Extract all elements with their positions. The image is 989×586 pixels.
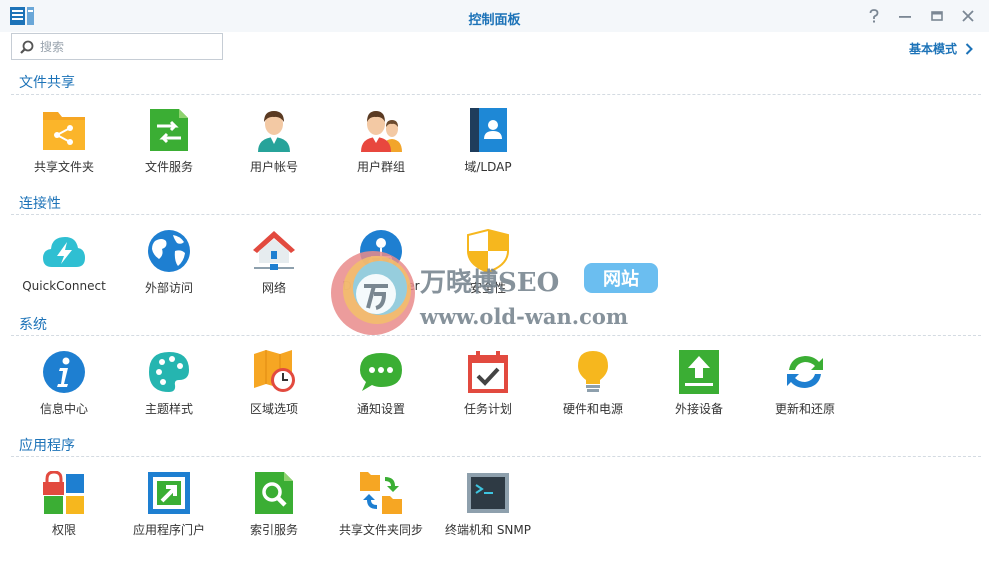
- file-services-icon: [150, 109, 188, 151]
- directory-book-icon: [470, 108, 507, 152]
- refresh-icon: [787, 356, 823, 388]
- tile-label: 主题样式: [144, 402, 193, 416]
- tile-privileges[interactable]: 权限: [12, 471, 116, 549]
- folder-sync-icon: [360, 472, 402, 514]
- portal-shortcut-icon: [148, 472, 190, 514]
- lightbulb-icon: [578, 351, 608, 392]
- search-input[interactable]: [40, 39, 210, 54]
- minimize-button[interactable]: [895, 6, 915, 26]
- section-divider: [11, 335, 981, 336]
- external-device-upload-icon: [679, 350, 719, 394]
- tile-label: 用户群组: [356, 160, 405, 174]
- tile-task-scheduler[interactable]: 任务计划: [436, 350, 540, 428]
- section-title-applications: 应用程序: [19, 438, 75, 454]
- palette-icon: [149, 352, 189, 392]
- tile-user-group[interactable]: 用户群组: [329, 108, 433, 186]
- tile-user-account[interactable]: 用户帐号: [222, 108, 326, 186]
- tile-label: 文件服务: [144, 160, 193, 174]
- tile-network[interactable]: 网络: [222, 229, 326, 307]
- close-icon: [962, 10, 974, 22]
- watermark-url: www.old-wan.com: [420, 304, 629, 329]
- section-title-connectivity: 连接性: [19, 196, 61, 212]
- section-divider: [11, 214, 981, 215]
- tile-theme[interactable]: 主题样式: [117, 350, 221, 428]
- tile-file-services[interactable]: 文件服务: [117, 108, 221, 186]
- tile-shared-folder-sync[interactable]: 共享文件夹同步: [329, 471, 433, 549]
- terminal-icon: [467, 473, 509, 513]
- cloud-lightning-icon: [43, 237, 85, 267]
- minimize-icon: [899, 16, 911, 18]
- tile-label: 任务计划: [463, 402, 512, 416]
- help-button[interactable]: [864, 6, 884, 26]
- privilege-lock-icon: [43, 471, 84, 514]
- tile-label: 共享文件夹同步: [338, 523, 423, 537]
- title-bar: 控制面板: [0, 0, 989, 32]
- tile-regional-options[interactable]: 区域选项: [222, 350, 326, 428]
- maximize-icon: [931, 11, 943, 21]
- section-divider: [11, 456, 981, 457]
- user-icon: [258, 111, 290, 152]
- shared-folder-icon: [43, 112, 85, 150]
- tile-label: 权限: [51, 523, 76, 537]
- tile-terminal-snmp[interactable]: 终端机和 SNMP: [436, 471, 540, 549]
- tile-label: 通知设置: [356, 402, 405, 416]
- tile-label: 外接设备: [674, 402, 723, 416]
- tile-label: 硬件和电源: [562, 402, 623, 416]
- maximize-button[interactable]: [927, 6, 947, 26]
- tile-label: 区域选项: [249, 402, 298, 416]
- section-title-system: 系统: [19, 317, 47, 333]
- tile-update-restore[interactable]: 更新和还原: [753, 350, 857, 428]
- tile-hardware-power[interactable]: 硬件和电源: [541, 350, 645, 428]
- tile-quickconnect[interactable]: QuickConnect: [12, 229, 116, 307]
- calendar-check-icon: [468, 351, 508, 393]
- tile-label: 应用程序门户: [132, 523, 205, 537]
- globe-icon: [148, 230, 190, 272]
- search-box[interactable]: [11, 33, 223, 60]
- tile-indexing-service[interactable]: 索引服务: [222, 471, 326, 549]
- window-title: 控制面板: [468, 13, 521, 28]
- map-clock-icon: [254, 350, 295, 392]
- tile-info-center[interactable]: 信息中心: [12, 350, 116, 428]
- tile-external-devices[interactable]: 外接设备: [647, 350, 751, 428]
- section-divider: [11, 94, 981, 95]
- tile-label: 索引服务: [249, 523, 298, 537]
- tile-application-portal[interactable]: 应用程序门户: [117, 471, 221, 549]
- user-group-icon: [361, 111, 402, 152]
- chevron-right-icon: [965, 42, 973, 55]
- basic-mode-label: 基本模式: [908, 42, 957, 56]
- tile-label: QuickConnect: [22, 279, 106, 293]
- watermark-logo: [331, 251, 415, 335]
- info-icon: [43, 351, 85, 393]
- tile-notification[interactable]: 通知设置: [329, 350, 433, 428]
- basic-mode-link[interactable]: 基本模式: [909, 40, 973, 57]
- close-button[interactable]: [958, 6, 978, 26]
- tile-label: 终端机和 SNMP: [445, 523, 531, 537]
- chat-bubble-icon: [360, 353, 402, 391]
- watermark-brand: 万晓博SEO: [420, 268, 560, 298]
- network-home-icon: [253, 231, 295, 270]
- tile-label: 网络: [261, 281, 286, 295]
- tile-label: 共享文件夹: [33, 160, 94, 174]
- tile-domain-ldap[interactable]: 域/LDAP: [436, 108, 540, 186]
- tile-label: 用户帐号: [249, 160, 298, 174]
- search-icon: [20, 40, 34, 54]
- watermark-badge: 网站: [584, 263, 658, 293]
- document-search-icon: [255, 472, 293, 514]
- tile-label: 外部访问: [144, 281, 193, 295]
- section-title-file-sharing: 文件共享: [19, 75, 75, 91]
- tile-label: 域/LDAP: [464, 160, 512, 174]
- tile-shared-folder[interactable]: 共享文件夹: [12, 108, 116, 186]
- tile-label: 更新和还原: [774, 402, 835, 416]
- help-icon: [869, 9, 879, 23]
- tile-external-access[interactable]: 外部访问: [117, 229, 221, 307]
- tile-label: 信息中心: [39, 402, 88, 416]
